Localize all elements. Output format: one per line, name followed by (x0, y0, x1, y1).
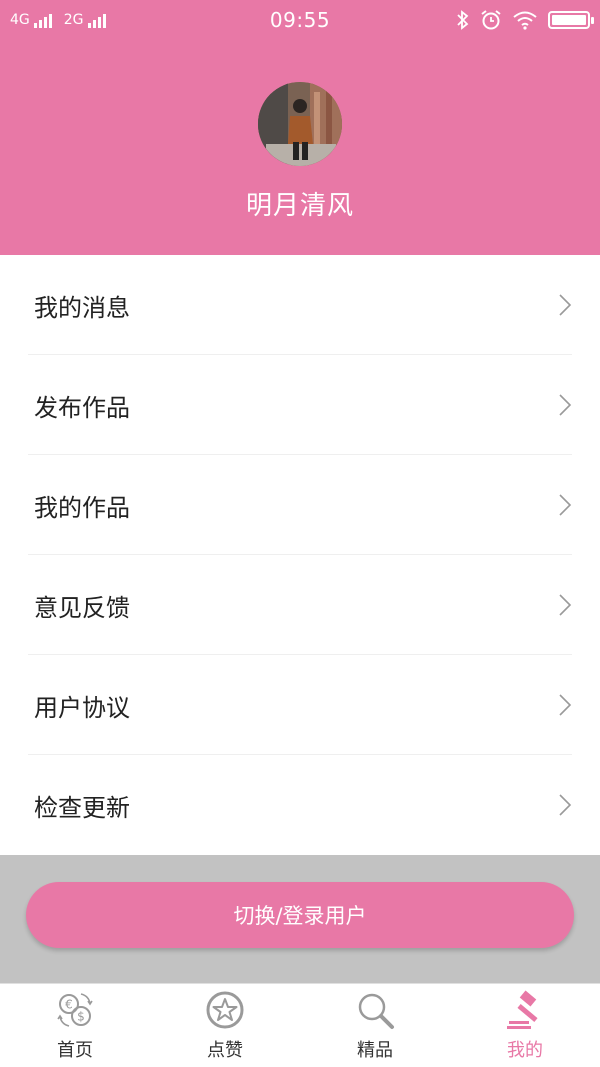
tab-featured[interactable]: 精品 (300, 984, 450, 1067)
svg-text:€: € (65, 998, 73, 1012)
chevron-right-icon (559, 394, 572, 416)
chevron-right-icon (559, 294, 572, 316)
menu-item-publish[interactable]: 发布作品 (0, 355, 600, 455)
chevron-right-icon (559, 694, 572, 716)
profile-header: 4G 2G 09:55 明月清风 (0, 0, 600, 255)
profile-menu: 我的消息 发布作品 我的作品 意见反馈 用户协议 检查更新 (0, 255, 600, 855)
tab-mine[interactable]: 我的 (450, 984, 600, 1067)
menu-item-label: 发布作品 (34, 393, 130, 422)
avatar[interactable] (258, 82, 342, 166)
status-icons (456, 9, 594, 31)
search-icon (358, 993, 394, 1029)
menu-item-my-works[interactable]: 我的作品 (0, 455, 600, 555)
avatar-photo (258, 82, 342, 166)
chevron-right-icon (559, 794, 572, 816)
menu-item-messages[interactable]: 我的消息 (0, 255, 600, 355)
switch-login-button[interactable]: 切换/登录用户 (26, 882, 574, 948)
tab-likes[interactable]: 点赞 (150, 984, 300, 1067)
svg-text:$: $ (77, 1010, 85, 1024)
wifi-icon (513, 11, 537, 30)
currency-exchange-icon: € $ (57, 993, 93, 1027)
star-icon (206, 991, 244, 1029)
menu-item-label: 意见反馈 (34, 593, 130, 622)
tab-label: 我的 (507, 1040, 543, 1061)
username: 明月清风 (245, 191, 354, 221)
menu-item-label: 用户协议 (34, 693, 130, 722)
menu-item-label: 我的消息 (34, 293, 130, 322)
chevron-right-icon (559, 594, 572, 616)
menu-item-user-agreement[interactable]: 用户协议 (0, 655, 600, 755)
battery-icon (548, 11, 594, 29)
tab-label: 精品 (357, 1040, 393, 1061)
menu-item-label: 检查更新 (34, 793, 130, 822)
gavel-icon (507, 990, 538, 1029)
tab-home[interactable]: € $ 首页 (0, 984, 150, 1067)
tab-label: 点赞 (207, 1040, 243, 1061)
tab-bar: € $ 首页 点赞 精品 我的 (0, 983, 600, 1067)
menu-item-check-update[interactable]: 检查更新 (0, 755, 600, 855)
menu-item-label: 我的作品 (34, 493, 130, 522)
tab-label: 首页 (57, 1040, 93, 1061)
chevron-right-icon (559, 494, 572, 516)
status-bar: 4G 2G 09:55 (0, 0, 600, 42)
bluetooth-icon (457, 10, 469, 30)
menu-item-feedback[interactable]: 意见反馈 (0, 555, 600, 655)
alarm-icon (481, 10, 501, 30)
profile-page: 4G 2G 09:55 明月清风 我的消息 发布作品 我的作品 意见反馈 用户协… (0, 0, 600, 1067)
